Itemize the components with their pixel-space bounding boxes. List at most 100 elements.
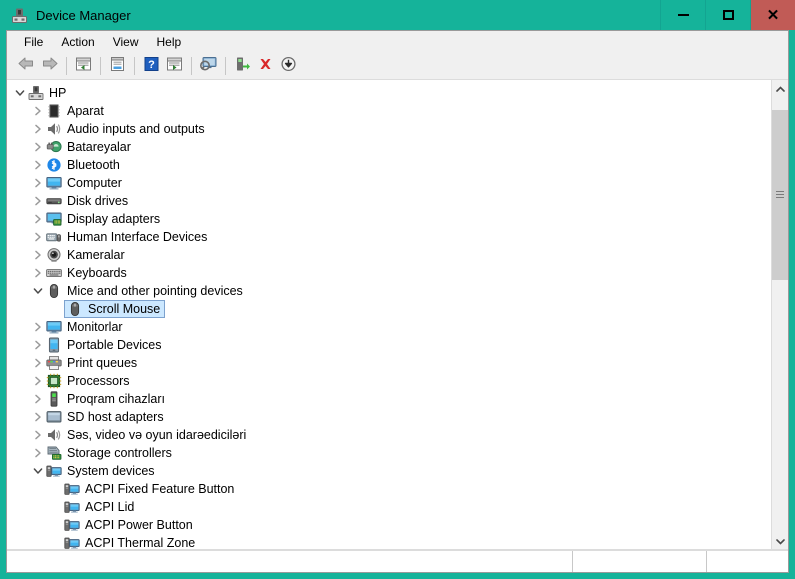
- disable-device-icon: [280, 56, 297, 77]
- chevron-right-icon[interactable]: [30, 354, 46, 372]
- tree-row[interactable]: Display adapters: [7, 210, 771, 228]
- tree-row[interactable]: Keyboards: [7, 264, 771, 282]
- chevron-right-icon[interactable]: [30, 156, 46, 174]
- display-button[interactable]: [197, 55, 220, 78]
- uninstall-device-button[interactable]: [254, 55, 277, 78]
- tree-row[interactable]: Bluetooth: [7, 156, 771, 174]
- chevron-right-icon[interactable]: [30, 408, 46, 426]
- tree-row[interactable]: Human Interface Devices: [7, 228, 771, 246]
- back-button[interactable]: [15, 55, 38, 78]
- maximize-button[interactable]: [705, 0, 750, 30]
- show-hide-console-tree-button[interactable]: [72, 55, 95, 78]
- chevron-right-icon[interactable]: [30, 192, 46, 210]
- forward-arrow-icon: [40, 55, 59, 77]
- minimize-button[interactable]: [660, 0, 705, 30]
- tree-item-box: HP: [28, 84, 66, 102]
- forward-button[interactable]: [38, 55, 61, 78]
- firmware-icon: [46, 103, 62, 119]
- status-bar: [7, 550, 788, 572]
- help-button[interactable]: ?: [140, 55, 163, 78]
- update-driver-button[interactable]: [163, 55, 186, 78]
- tree-row[interactable]: Storage controllers: [7, 444, 771, 462]
- software-device-icon: [46, 391, 62, 407]
- scroll-down-button[interactable]: [772, 532, 788, 549]
- scan-for-hardware-changes-button[interactable]: [231, 55, 254, 78]
- chevron-right-icon[interactable]: [30, 138, 46, 156]
- tree-row[interactable]: Aparat: [7, 102, 771, 120]
- toolbar-separator-5: [225, 57, 226, 75]
- display-adapter-icon: [46, 211, 62, 227]
- tree-row[interactable]: ACPI Fixed Feature Button: [7, 480, 771, 498]
- speaker-icon: [46, 427, 62, 443]
- tree-row[interactable]: Processors: [7, 372, 771, 390]
- tree-item-box: Mice and other pointing devices: [46, 282, 243, 300]
- scroll-up-button[interactable]: [772, 80, 788, 97]
- scrollbar-track[interactable]: [772, 97, 788, 532]
- tree-item-box: Kameralar: [46, 246, 125, 264]
- tree-row[interactable]: ACPI Thermal Zone: [7, 534, 771, 549]
- tree-item-label: HP: [49, 86, 67, 100]
- tree-item-box: Batareyalar: [46, 138, 131, 156]
- computer-root-icon: [28, 85, 44, 101]
- chevron-right-icon[interactable]: [30, 372, 46, 390]
- camera-icon: [46, 247, 62, 263]
- tree-row[interactable]: Audio inputs and outputs: [7, 120, 771, 138]
- tree-row[interactable]: ACPI Power Button: [7, 516, 771, 534]
- chevron-right-icon[interactable]: [30, 318, 46, 336]
- uninstall-device-icon: [257, 56, 274, 77]
- tree-row[interactable]: ACPI Lid: [7, 498, 771, 516]
- tree-row[interactable]: System devices: [7, 462, 771, 480]
- tree-row[interactable]: Səs, video və oyun idarəediciləri: [7, 426, 771, 444]
- menu-help[interactable]: Help: [148, 33, 191, 51]
- mouse-icon: [46, 283, 62, 299]
- tree-row[interactable]: Scroll Mouse: [7, 300, 771, 318]
- chevron-right-icon[interactable]: [30, 264, 46, 282]
- chevron-right-icon[interactable]: [30, 336, 46, 354]
- properties-button[interactable]: [106, 55, 129, 78]
- chevron-right-icon[interactable]: [30, 444, 46, 462]
- chevron-right-icon[interactable]: [30, 210, 46, 228]
- tree-row[interactable]: Proqram cihazları: [7, 390, 771, 408]
- disk-drive-icon: [46, 193, 62, 209]
- chevron-right-icon[interactable]: [30, 174, 46, 192]
- chevron-right-icon[interactable]: [30, 246, 46, 264]
- chevron-right-icon[interactable]: [30, 120, 46, 138]
- device-tree[interactable]: HP Aparat Audio inputs and outputs Batar…: [7, 80, 771, 549]
- tree-item-label: Keyboards: [67, 266, 127, 280]
- device-manager-window: Device Manager ✕ File Action View Help ?…: [0, 0, 795, 579]
- tree-row[interactable]: SD host adapters: [7, 408, 771, 426]
- menu-view[interactable]: View: [104, 33, 148, 51]
- processor-icon: [46, 373, 62, 389]
- tree-row[interactable]: Mice and other pointing devices: [7, 282, 771, 300]
- tree-row[interactable]: Monitorlar: [7, 318, 771, 336]
- scrollbar-thumb[interactable]: [772, 110, 788, 280]
- chevron-right-icon[interactable]: [30, 102, 46, 120]
- tree-row[interactable]: Disk drives: [7, 192, 771, 210]
- chevron-down-icon[interactable]: [12, 84, 28, 102]
- bluetooth-icon: [46, 157, 62, 173]
- tree-row[interactable]: Batareyalar: [7, 138, 771, 156]
- tree-row[interactable]: Computer: [7, 174, 771, 192]
- tree-item-box: Audio inputs and outputs: [46, 120, 205, 138]
- disable-device-button[interactable]: [277, 55, 300, 78]
- chevron-right-icon[interactable]: [30, 390, 46, 408]
- chevron-right-icon[interactable]: [30, 426, 46, 444]
- menu-file[interactable]: File: [15, 33, 52, 51]
- chevron-down-icon[interactable]: [30, 282, 46, 300]
- close-button[interactable]: ✕: [750, 0, 795, 30]
- chevron-down-icon[interactable]: [30, 462, 46, 480]
- chevron-right-icon[interactable]: [30, 228, 46, 246]
- system-device-icon: [64, 481, 80, 497]
- tree-item-label: Portable Devices: [67, 338, 162, 352]
- menu-action[interactable]: Action: [52, 33, 103, 51]
- tree-row[interactable]: Kameralar: [7, 246, 771, 264]
- tree-item-label: Batareyalar: [67, 140, 131, 154]
- tree-row[interactable]: Print queues: [7, 354, 771, 372]
- tree-row[interactable]: HP: [7, 84, 771, 102]
- tree-panel: HP Aparat Audio inputs and outputs Batar…: [7, 80, 788, 550]
- tree-item-label: ACPI Thermal Zone: [85, 536, 196, 549]
- tree-row[interactable]: Portable Devices: [7, 336, 771, 354]
- monitor-icon: [46, 319, 62, 335]
- vertical-scrollbar[interactable]: [771, 80, 788, 549]
